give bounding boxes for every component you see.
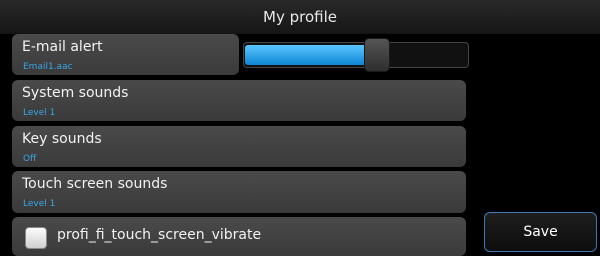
page-title: My profile xyxy=(263,8,337,26)
touch-screen-sounds-value: Level 1 xyxy=(23,199,56,209)
email-alert-value: Email1.aac xyxy=(23,62,73,72)
volume-slider-thumb[interactable] xyxy=(364,38,390,72)
system-sounds-setting[interactable]: System sounds Level 1 xyxy=(12,80,466,121)
vibrate-checkbox[interactable] xyxy=(25,227,47,249)
save-button[interactable]: Save xyxy=(484,212,597,252)
system-sounds-value: Level 1 xyxy=(23,108,56,118)
key-sounds-setting[interactable]: Key sounds Off xyxy=(12,126,466,167)
vibrate-setting[interactable]: profi_fi_touch_screen_vibrate xyxy=(12,217,466,256)
email-alert-setting[interactable]: E-mail alert Email1.aac xyxy=(12,34,239,75)
page-header: My profile xyxy=(0,0,600,34)
touch-screen-sounds-setting[interactable]: Touch screen sounds Level 1 xyxy=(12,171,466,213)
key-sounds-title: Key sounds xyxy=(22,131,102,147)
system-sounds-title: System sounds xyxy=(22,85,129,101)
vibrate-label: profi_fi_touch_screen_vibrate xyxy=(57,227,262,243)
volume-slider-fill xyxy=(245,45,377,65)
key-sounds-value: Off xyxy=(23,154,37,164)
email-alert-volume-slider[interactable] xyxy=(243,38,469,72)
touch-screen-sounds-title: Touch screen sounds xyxy=(22,176,168,192)
email-alert-title: E-mail alert xyxy=(22,39,103,55)
